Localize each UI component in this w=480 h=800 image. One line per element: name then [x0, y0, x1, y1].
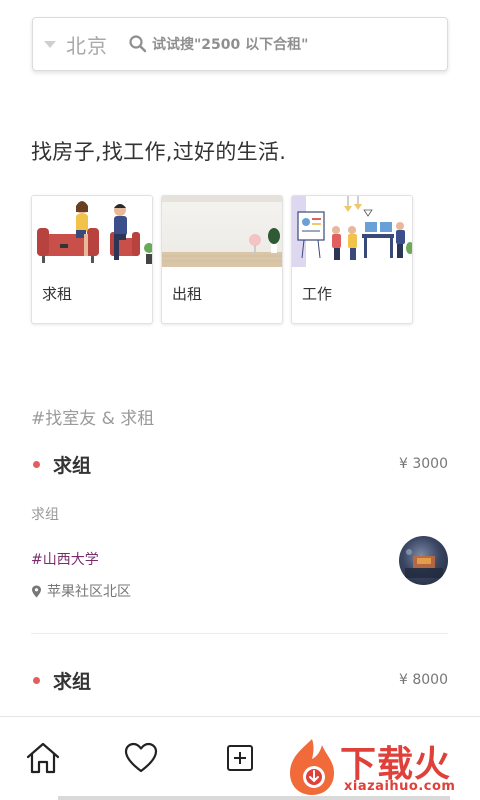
watermark-url: xiazaihuo.com: [344, 779, 456, 794]
location-pin-icon: [32, 585, 41, 597]
category-label-job: 工作: [302, 285, 333, 303]
category-card-job[interactable]: 工作: [291, 195, 413, 324]
listing-title-group: 求组: [31, 451, 91, 478]
city-selector[interactable]: 北京: [66, 30, 108, 59]
category-label-rent-out: 出租: [172, 285, 203, 303]
section-header: #找室友 & 求租: [31, 409, 155, 429]
listing-description: 求组: [31, 507, 59, 523]
home-indicator: [58, 796, 450, 800]
search-input[interactable]: 试试搜"2500 以下合租": [128, 34, 308, 54]
listing-price: ¥ 8000: [399, 672, 448, 688]
job-illustration: [292, 196, 412, 267]
listing-title-group: 求组: [31, 667, 91, 694]
rent-seek-illustration: [32, 196, 152, 267]
add-icon[interactable]: [222, 741, 258, 775]
category-card-rent-out[interactable]: 出租: [161, 195, 283, 324]
avatar[interactable]: [399, 536, 448, 585]
location-text: 苹果社区北区: [47, 584, 131, 600]
tagline: 找房子,找工作,过好的生活.: [31, 140, 287, 164]
status-dot-icon: [33, 460, 40, 468]
search-placeholder: 试试搜"2500 以下合租": [152, 37, 309, 53]
listing-location: 苹果社区北区: [31, 581, 448, 601]
rent-out-illustration: [162, 196, 282, 267]
city-dropdown-caret-icon[interactable]: [44, 40, 56, 48]
category-label-rent-seek: 求租: [42, 285, 73, 303]
search-icon: [129, 35, 147, 53]
listing-item[interactable]: 求组 ¥ 3000 求组 #山西大学 苹果社区北区: [31, 450, 448, 610]
listing-title: 求组: [53, 670, 92, 693]
school-tag-link[interactable]: #山西大学: [31, 549, 448, 569]
listing-title: 求组: [53, 454, 92, 477]
listing-divider: [31, 633, 448, 634]
home-icon[interactable]: [25, 741, 61, 775]
category-cards: 求租 出租 工作: [31, 195, 413, 324]
category-card-rent-seek[interactable]: 求租: [31, 195, 153, 324]
listing-title-row: 求组 ¥ 8000: [31, 666, 448, 694]
listing-price: ¥ 3000: [399, 456, 448, 472]
listing-item[interactable]: 求组 ¥ 8000: [31, 666, 448, 706]
status-dot-icon: [33, 676, 40, 684]
watermark-logo: 下载火 xiazaihuo.com: [282, 735, 477, 797]
listing-title-row: 求组 ¥ 3000: [31, 450, 448, 478]
search-bar[interactable]: 北京 试试搜"2500 以下合租": [32, 17, 448, 71]
heart-icon[interactable]: [123, 741, 159, 775]
